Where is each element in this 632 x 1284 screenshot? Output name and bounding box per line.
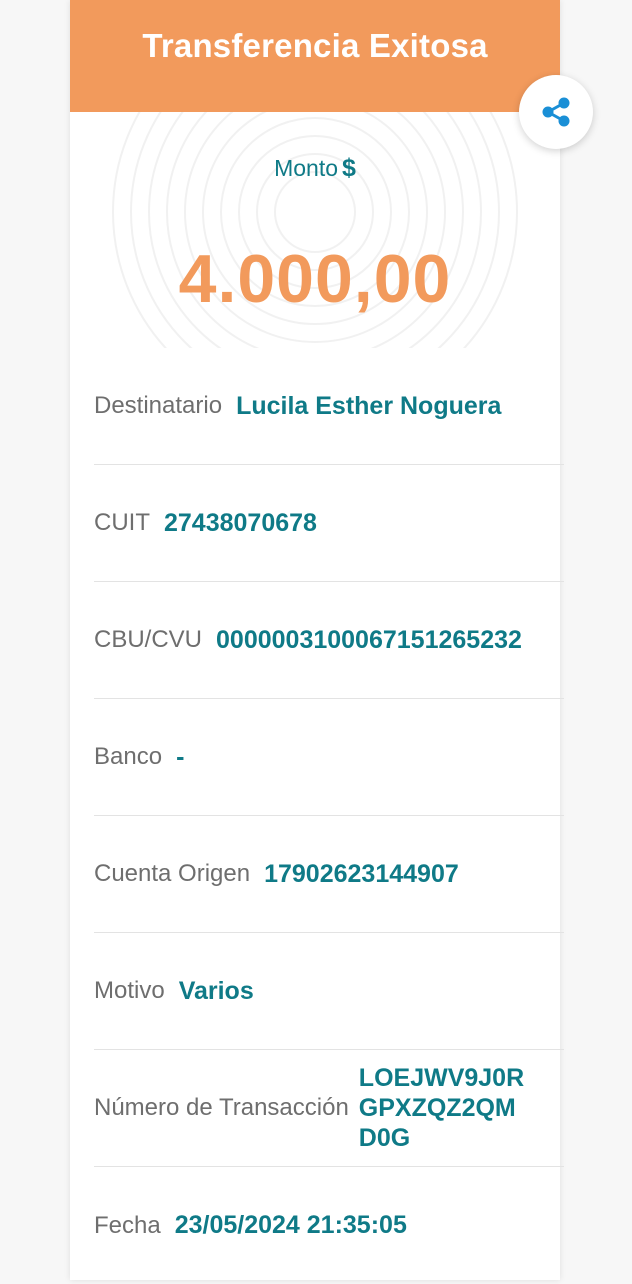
detail-row-motivo: Motivo Varios xyxy=(94,933,564,1050)
amount-label-text: Monto xyxy=(274,155,339,181)
detail-row-fecha: Fecha 23/05/2024 21:35:05 xyxy=(94,1167,564,1284)
detail-value: Varios xyxy=(178,976,254,1005)
detail-label: CUIT xyxy=(94,509,150,536)
detail-row-cbu: CBU/CVU 0000003100067151265232 xyxy=(94,582,564,699)
detail-label: Banco xyxy=(94,743,163,770)
detail-label: Destinatario xyxy=(94,392,223,419)
page-title: Transferencia Exitosa xyxy=(142,27,488,64)
detail-row-transaccion: Número de Transacción LOEJWV9J0RGPXZQZ2Q… xyxy=(94,1050,564,1167)
detail-label: Número de Transacción xyxy=(94,1094,349,1121)
detail-value: LOEJWV9J0RGPXZQZ2QMD0G xyxy=(358,1064,525,1152)
amount-section: Monto $ 4.000,00 xyxy=(70,112,560,348)
details-list: Destinatario Lucila Esther Noguera CUIT … xyxy=(94,348,564,1284)
detail-label: Fecha xyxy=(94,1211,161,1239)
detail-value: 0000003100067151265232 xyxy=(216,625,522,654)
amount-label: Monto $ xyxy=(70,154,560,183)
detail-value: 27438070678 xyxy=(164,508,317,537)
detail-row-cuenta-origen: Cuenta Origen 17902623144907 xyxy=(94,816,564,933)
detail-label: Motivo xyxy=(94,977,165,1004)
detail-value: - xyxy=(176,742,185,771)
detail-row-banco: Banco - xyxy=(94,699,564,816)
amount-value: 4.000,00 xyxy=(178,241,452,317)
detail-label: CBU/CVU xyxy=(94,626,203,653)
currency-symbol: $ xyxy=(342,154,356,182)
detail-row-destinatario: Destinatario Lucila Esther Noguera xyxy=(94,348,564,465)
detail-row-cuit: CUIT 27438070678 xyxy=(94,465,564,582)
receipt-card: Transferencia Exitosa Monto $ 4.000,00 De… xyxy=(70,0,564,1280)
detail-value: 23/05/2024 21:35:05 xyxy=(174,1211,407,1239)
share-button[interactable] xyxy=(519,75,593,149)
detail-value: Lucila Esther Noguera xyxy=(236,391,502,420)
share-icon xyxy=(542,97,570,127)
header-bar: Transferencia Exitosa xyxy=(70,0,560,112)
detail-value: 17902623144907 xyxy=(264,859,459,888)
detail-label: Cuenta Origen xyxy=(94,860,251,887)
